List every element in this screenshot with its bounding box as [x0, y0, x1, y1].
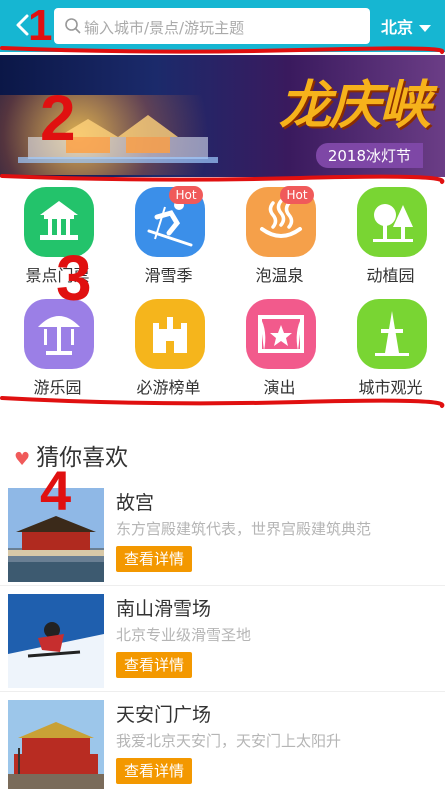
- castle-icon: [135, 299, 205, 369]
- category-label: 必游榜单: [136, 378, 201, 397]
- back-button[interactable]: [8, 10, 38, 40]
- item-name: 故宫: [116, 492, 155, 514]
- list-item[interactable]: 南山滑雪场 北京专业级滑雪圣地 查看详情: [0, 588, 445, 692]
- trees-icon: [357, 187, 427, 257]
- carousel-icon: [24, 299, 94, 369]
- search-placeholder: 输入城市/景点/游玩主题: [84, 19, 245, 37]
- category-label: 滑雪季: [144, 266, 193, 285]
- banner-title: 龙庆峡: [278, 76, 431, 136]
- category-amusement-park[interactable]: 游乐园: [2, 294, 113, 402]
- banner-subtitle: 2018冰灯节: [315, 143, 423, 168]
- ice-palace-illustration: [18, 115, 218, 163]
- city-name: 北京: [380, 18, 413, 37]
- pavilion-icon: [24, 187, 94, 257]
- back-arrow-icon: [16, 14, 29, 36]
- list-item[interactable]: 天安门广场 我爱北京天安门，天安门上太阳升 查看详情: [0, 694, 445, 789]
- category-zoo-garden[interactable]: 动植园: [335, 182, 445, 290]
- item-description: 北京专业级滑雪圣地: [116, 626, 252, 644]
- view-details-button[interactable]: 查看详情: [116, 546, 192, 572]
- category-must-visit-list[interactable]: 必游榜单: [113, 294, 224, 402]
- recommendations-section: ♥ 猜你喜欢 故宫 东方宫殿建筑代表，世界宫殿建筑典范 查看详情 南山滑雪场 北…: [0, 412, 445, 789]
- city-selector[interactable]: 北京: [381, 14, 431, 38]
- category-ski-season[interactable]: Hot 滑雪季: [113, 182, 224, 290]
- promo-banner[interactable]: 龙庆峡 2018冰灯节: [0, 55, 445, 177]
- category-label: 游乐园: [33, 378, 82, 397]
- search-icon: [65, 18, 81, 34]
- hot-badge: Hot: [280, 186, 314, 204]
- top-bar: 输入城市/景点/游玩主题 北京: [0, 0, 445, 52]
- category-label: 城市观光: [358, 378, 423, 397]
- item-name: 天安门广场: [116, 704, 212, 726]
- list-item[interactable]: 故宫 东方宫殿建筑代表，世界宫殿建筑典范 查看详情: [0, 482, 445, 586]
- category-hot-spring[interactable]: Hot 泡温泉: [224, 182, 335, 290]
- page: 输入城市/景点/游玩主题 北京 龙庆峡 2018冰灯节 景点门票 Hot 滑雪季…: [0, 0, 445, 789]
- category-label: 景点门票: [25, 266, 90, 285]
- search-input[interactable]: 输入城市/景点/游玩主题: [54, 8, 370, 44]
- category-shows[interactable]: 演出: [224, 294, 335, 402]
- category-label: 泡温泉: [255, 266, 304, 285]
- view-details-button[interactable]: 查看详情: [116, 758, 192, 784]
- item-name: 南山滑雪场: [116, 598, 212, 620]
- heart-icon: ♥: [14, 449, 31, 470]
- view-details-button[interactable]: 查看详情: [116, 652, 192, 678]
- item-description: 东方宫殿建筑代表，世界宫殿建筑典范: [116, 520, 372, 538]
- ski-resort-thumbnail: [8, 594, 104, 688]
- category-city-sightseeing[interactable]: 城市观光: [335, 294, 445, 402]
- category-grid: 景点门票 Hot 滑雪季 Hot 泡温泉 动植园 游乐园 必游榜单 演出 城市观…: [0, 182, 445, 402]
- tower-icon: [357, 299, 427, 369]
- section-title-text: 猜你喜欢: [36, 445, 129, 471]
- chevron-down-icon: [419, 25, 431, 32]
- category-label: 演出: [263, 378, 296, 397]
- section-title: ♥ 猜你喜欢: [14, 438, 128, 472]
- item-description: 我爱北京天安门，天安门上太阳升: [116, 732, 342, 750]
- forbidden-city-thumbnail: [8, 488, 104, 582]
- category-scenic-tickets[interactable]: 景点门票: [2, 182, 113, 290]
- hot-badge: Hot: [169, 186, 203, 204]
- stage-icon: [246, 299, 316, 369]
- category-label: 动植园: [366, 266, 415, 285]
- tiananmen-thumbnail: [8, 700, 104, 789]
